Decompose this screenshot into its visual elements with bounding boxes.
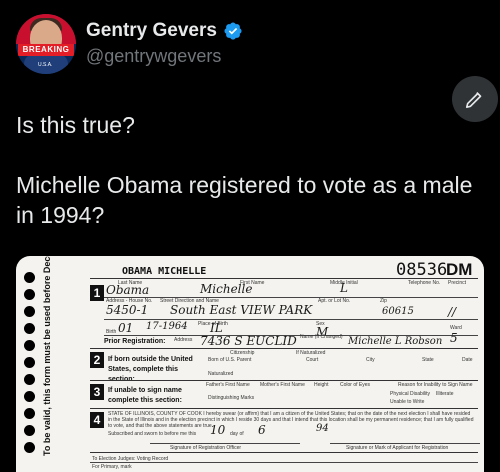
tweet-media-image[interactable]: To be valid, this form must be used befo… (16, 256, 484, 472)
label-name-changed: Name (If Changed) (300, 334, 343, 340)
hand-place: IL (210, 321, 223, 335)
oath-text: STATE OF ILLINOIS, COUNTY OF COOK I here… (108, 411, 474, 429)
label-illiterate: Illiterate (436, 391, 454, 397)
label-court: Court (306, 357, 319, 363)
label-naturalized: If Naturalized (296, 350, 326, 356)
punch-hole (24, 425, 35, 436)
hand-prior-name: Michelle L Robson (348, 336, 443, 347)
handle[interactable]: @gentrywgevers (86, 46, 221, 67)
label-born-us-parent: Born of U.S. Parent (208, 357, 252, 363)
form-code: DM (446, 260, 473, 279)
label-eyes: Color of Eyes (340, 382, 371, 388)
punch-hole (24, 323, 35, 334)
hand-middle-initial: L (340, 281, 348, 295)
hand-first-name: Michelle (200, 282, 253, 296)
punch-hole (24, 306, 35, 317)
hand-month: 6 (258, 423, 266, 437)
hand-last-name: Obama (106, 283, 150, 297)
label-height: Height (314, 382, 329, 388)
label-state: State (422, 357, 434, 363)
label-day-of: day of (230, 431, 244, 437)
form-title: OBAMA MICHELLE (122, 266, 207, 277)
label-subscribed: Subscribed and sworn to before me this (108, 431, 197, 437)
label-city: City (366, 357, 375, 363)
name-row: Gentry Gevers (86, 20, 243, 42)
label-prior-address: Address (174, 337, 193, 343)
section-3-title: If unable to sign name complete this sec… (108, 387, 182, 404)
label-disability: Physical Disability (390, 391, 431, 397)
tweet-text-claim: Michelle Obama registered to vote as a m… (16, 172, 473, 228)
label-telephone: Telephone No. (408, 280, 441, 286)
rule (90, 462, 478, 463)
punch-hole (24, 272, 35, 283)
section-number: 3 (90, 384, 104, 400)
tweet-header: BREAKING U.S.A. Gentry Gevers @gentrywge… (16, 14, 484, 74)
grok-pencil-icon (465, 91, 482, 109)
punch-hole (24, 408, 35, 419)
label-father: Father's First Name (206, 382, 250, 388)
punch-hole (24, 442, 35, 453)
label-citizenship: Citizenship (230, 350, 255, 356)
punch-hole (24, 391, 35, 402)
avatar-badge: BREAKING (18, 44, 74, 56)
hand-year: 94 (316, 423, 329, 434)
avatar-caption: U.S.A. (38, 62, 53, 68)
form-section-3: 3 If unable to sign name complete this s… (90, 380, 478, 408)
label-naturalized-2: Naturalized (208, 371, 234, 377)
form-section-1: 1 Last Name First Name Middle Initial Te… (90, 278, 478, 348)
label-unable-write: Unable to Write (390, 399, 425, 405)
label-mother: Mother's First Name (260, 382, 305, 388)
label-marks: Distinguishing Marks (208, 395, 255, 401)
form-section-4: 4 STATE OF ILLINOIS, COUNTY OF COOK I he… (90, 408, 480, 452)
label-zip: Zip (380, 298, 387, 304)
punch-hole (24, 357, 35, 368)
hand-dob-day-year: 17-1964 (146, 321, 188, 332)
display-name[interactable]: Gentry Gevers (86, 20, 217, 42)
tweet-text-question: Is this true? (16, 112, 135, 138)
label-precinct: Precinct (448, 280, 467, 286)
avatar[interactable]: BREAKING U.S.A. (16, 14, 76, 74)
label-date: Date (462, 357, 473, 363)
form-section-2: 2 If born outside the United States, com… (90, 348, 478, 383)
punch-hole (24, 340, 35, 351)
punch-hole (24, 289, 35, 300)
signature-line (330, 443, 480, 444)
verified-badge-icon[interactable] (223, 21, 243, 41)
label-apt: Apt. or Lot No. (318, 298, 351, 304)
hand-ward: // (448, 305, 457, 319)
label-signature-officer: Signature of Registration Officer (170, 445, 242, 451)
validity-note: To be valid, this form must be used befo… (42, 256, 52, 456)
punch-hole (24, 374, 35, 385)
section-number: 1 (90, 285, 104, 301)
rule (104, 319, 478, 320)
section-number: 2 (90, 352, 104, 368)
punch-holes (24, 272, 38, 459)
voting-record-strip: To Election Judges: Voting Record For Pr… (90, 452, 478, 472)
hand-house-no: 5450-1 (106, 303, 149, 317)
hand-street: South East VIEW PARK (170, 303, 313, 317)
hand-zip: 60615 (382, 306, 414, 317)
label-for-primary: For Primary, mark (92, 464, 132, 470)
section-number: 4 (90, 412, 104, 428)
hand-dob-month: 01 (118, 321, 134, 335)
signature-line (150, 443, 300, 444)
label-reason: Reason for Inability to Sign Name (398, 382, 473, 388)
hand-day: 10 (210, 423, 226, 437)
hand-prior-address: 7436 S EUCLID (200, 334, 297, 348)
form-number: 08536 (396, 260, 448, 280)
hand-precinct: 5 (450, 331, 458, 345)
label-signature-applicant: Signature or Mark of Applicant for Regis… (346, 445, 449, 451)
label-prior-registration: Prior Registration: (104, 338, 166, 345)
